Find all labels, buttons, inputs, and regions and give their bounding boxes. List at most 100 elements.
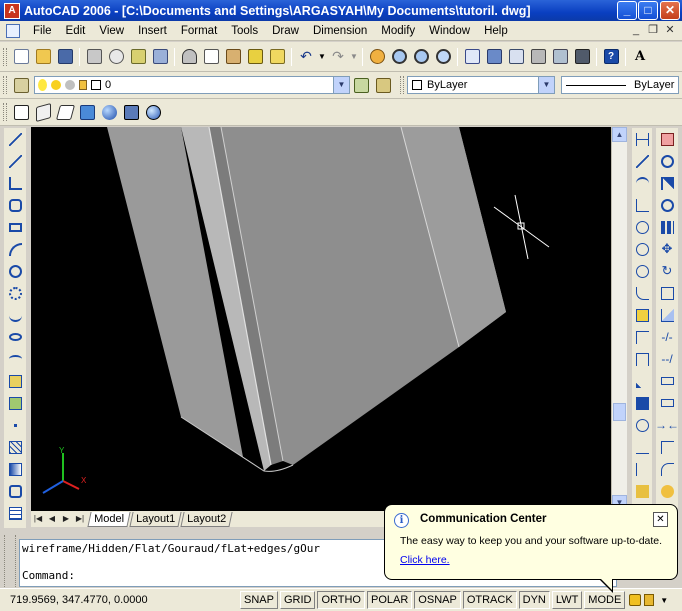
ordinate-dimension-icon[interactable]: [633, 194, 651, 216]
sheet-set-manager-icon[interactable]: [527, 46, 549, 68]
command-prompt[interactable]: Command:: [22, 569, 75, 582]
undo-icon[interactable]: ↶: [295, 46, 317, 68]
jogged-dimension-icon[interactable]: [633, 238, 651, 260]
lwt-toggle[interactable]: LWT: [551, 591, 583, 609]
gouraud-edges-icon[interactable]: [142, 101, 164, 123]
maximize-button[interactable]: □: [638, 1, 658, 20]
first-tab-button[interactable]: |◀: [31, 512, 45, 526]
toolbar-grip[interactable]: [400, 76, 404, 94]
tool-palettes-icon[interactable]: [505, 46, 527, 68]
table-icon[interactable]: [6, 502, 24, 524]
menu-file[interactable]: File: [26, 21, 59, 41]
status-menu-arrow-icon[interactable]: ▼: [660, 596, 668, 605]
drawing-document-icon[interactable]: [6, 23, 20, 38]
menu-help[interactable]: Help: [477, 21, 515, 41]
center-mark-icon[interactable]: [633, 414, 651, 436]
command-window-grip[interactable]: [4, 535, 16, 591]
scale-icon[interactable]: [658, 282, 676, 304]
menu-tools[interactable]: Tools: [224, 21, 265, 41]
tab-model[interactable]: Model: [87, 511, 131, 527]
text-style-icon[interactable]: A: [629, 46, 651, 68]
match-properties-icon[interactable]: [244, 46, 266, 68]
chamfer-icon[interactable]: [658, 436, 676, 458]
mdi-restore-button[interactable]: ❐: [645, 24, 661, 38]
ellipse-arc-icon[interactable]: [6, 348, 24, 370]
angular-dimension-icon[interactable]: [633, 282, 651, 304]
flat-edges-icon[interactable]: [120, 101, 142, 123]
move-icon[interactable]: ✥: [658, 238, 676, 260]
menu-window[interactable]: Window: [422, 21, 477, 41]
gouraud-shaded-icon[interactable]: [98, 101, 120, 123]
polar-toggle[interactable]: POLAR: [367, 591, 413, 609]
tab-layout1[interactable]: Layout1: [129, 511, 182, 527]
lock-icon[interactable]: [644, 594, 655, 606]
construction-line-icon[interactable]: [6, 150, 24, 172]
diameter-dimension-icon[interactable]: [633, 260, 651, 282]
print-icon[interactable]: [83, 46, 105, 68]
help-icon[interactable]: ?: [600, 46, 622, 68]
otrack-toggle[interactable]: OTRACK: [462, 591, 517, 609]
arc-icon[interactable]: [6, 238, 24, 260]
dimension-update-icon[interactable]: [633, 480, 651, 502]
continue-dimension-icon[interactable]: [633, 348, 651, 370]
radius-dimension-icon[interactable]: [633, 216, 651, 238]
publish-icon[interactable]: [127, 46, 149, 68]
drawing-area[interactable]: Y X: [31, 127, 611, 511]
tolerance-icon[interactable]: [633, 392, 651, 414]
arc-length-icon[interactable]: [633, 172, 651, 194]
open-folder-icon[interactable]: [32, 46, 54, 68]
aligned-dimension-icon[interactable]: [633, 150, 651, 172]
osnap-toggle[interactable]: OSNAP: [414, 591, 461, 609]
chevron-down-icon[interactable]: ▼: [538, 77, 554, 93]
menu-insert[interactable]: Insert: [131, 21, 174, 41]
polygon-icon[interactable]: [6, 194, 24, 216]
layer-control-dropdown[interactable]: 0 ▼: [34, 76, 350, 94]
break-at-point-icon[interactable]: [658, 370, 676, 392]
quick-leader-icon[interactable]: [633, 370, 651, 392]
explode-icon[interactable]: [658, 480, 676, 502]
previous-tab-button[interactable]: ◀: [45, 512, 59, 526]
stretch-icon[interactable]: [658, 304, 676, 326]
zoom-window-icon[interactable]: [410, 46, 432, 68]
menu-edit[interactable]: Edit: [59, 21, 93, 41]
toolbar-grip[interactable]: [3, 76, 7, 94]
ellipse-icon[interactable]: [6, 326, 24, 348]
linear-dimension-icon[interactable]: [633, 128, 651, 150]
dyn-toggle[interactable]: DYN: [518, 591, 550, 609]
gradient-icon[interactable]: [6, 458, 24, 480]
polyline-icon[interactable]: [6, 172, 24, 194]
save-icon[interactable]: [54, 46, 76, 68]
title-bar[interactable]: A AutoCAD 2006 - [C:\Documents and Setti…: [0, 0, 682, 21]
redo-dropdown-icon[interactable]: ▼: [349, 46, 359, 68]
linetype-control-dropdown[interactable]: ByLayer: [561, 76, 679, 94]
hidden-icon[interactable]: [54, 101, 76, 123]
array-icon[interactable]: [658, 216, 676, 238]
menu-dimension[interactable]: Dimension: [306, 21, 374, 41]
design-center-icon[interactable]: [483, 46, 505, 68]
quickcalc-icon[interactable]: [571, 46, 593, 68]
menu-modify[interactable]: Modify: [374, 21, 422, 41]
spline-icon[interactable]: [6, 304, 24, 326]
mirror-icon[interactable]: [658, 172, 676, 194]
balloon-close-button[interactable]: ✕: [653, 512, 668, 527]
next-tab-button[interactable]: ▶: [59, 512, 73, 526]
grid-toggle[interactable]: GRID: [279, 591, 316, 609]
block-editor-icon[interactable]: [266, 46, 288, 68]
line-icon[interactable]: [6, 128, 24, 150]
2d-wireframe-icon[interactable]: [10, 101, 32, 123]
markup-set-manager-icon[interactable]: [549, 46, 571, 68]
break-icon[interactable]: [658, 392, 676, 414]
chevron-down-icon[interactable]: ▼: [333, 77, 349, 93]
toolbar-grip[interactable]: [3, 47, 7, 66]
layer-previous-icon[interactable]: [372, 74, 394, 96]
join-icon[interactable]: →←: [655, 414, 679, 436]
layer-manager-icon[interactable]: [10, 74, 32, 96]
make-block-icon[interactable]: [6, 392, 24, 414]
menu-format[interactable]: Format: [174, 21, 224, 41]
flat-shaded-icon[interactable]: [76, 101, 98, 123]
vertical-scrollbar[interactable]: ▲ ▼: [611, 127, 627, 511]
print-preview-icon[interactable]: [105, 46, 127, 68]
new-file-icon[interactable]: [10, 46, 32, 68]
trim-icon[interactable]: -/-: [658, 326, 676, 348]
mdi-minimize-button[interactable]: _: [628, 24, 644, 38]
